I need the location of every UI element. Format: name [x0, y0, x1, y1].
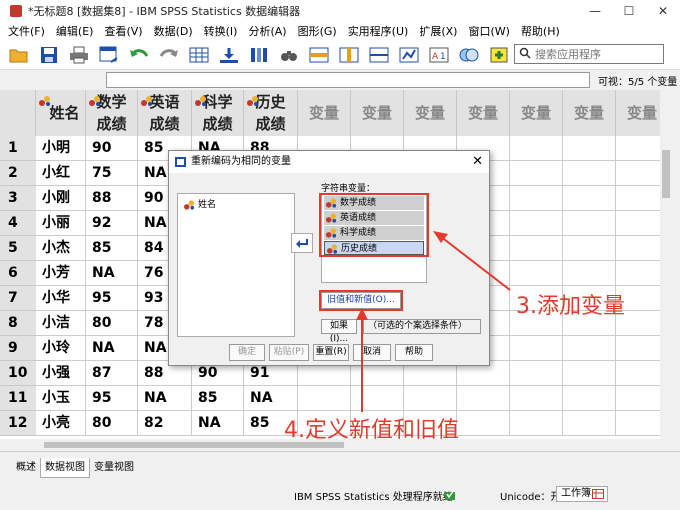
annotation-step3: 3.添加变量: [516, 294, 625, 319]
annotation-step4: 4.定义新值和旧值: [284, 418, 459, 443]
